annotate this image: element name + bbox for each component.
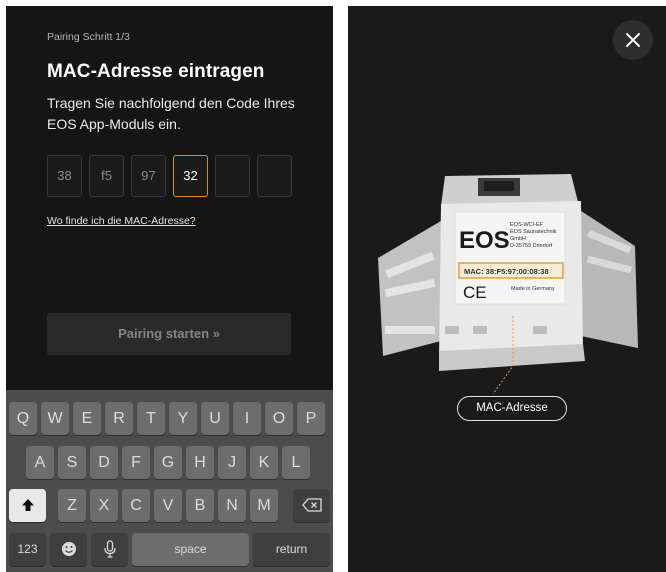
key-m[interactable]: M — [250, 489, 278, 522]
key-q[interactable]: Q — [9, 402, 37, 435]
close-icon — [626, 33, 640, 47]
shift-key[interactable] — [9, 489, 46, 522]
key-x[interactable]: X — [90, 489, 118, 522]
mac-help-link[interactable]: Wo finde ich die MAC-Adresse? — [47, 215, 196, 227]
key-c[interactable]: C — [122, 489, 150, 522]
mac-help-screen: EOS EOS-WCI-EF EOS Saunatechnik GmbH D-3… — [348, 6, 666, 572]
microphone-key[interactable] — [91, 533, 128, 566]
mac-field-4[interactable]: 32 — [173, 155, 208, 197]
device-maker-line-1: EOS Saunatechnik — [510, 229, 557, 235]
key-j[interactable]: J — [218, 446, 246, 479]
key-i[interactable]: I — [233, 402, 261, 435]
on-screen-keyboard: Q W E R T Y U I O P A S D F G H J K L Z … — [6, 390, 333, 572]
key-h[interactable]: H — [186, 446, 214, 479]
mac-field-1[interactable]: 38 — [47, 155, 82, 197]
key-t[interactable]: T — [137, 402, 165, 435]
ce-mark: CE — [463, 283, 487, 302]
mac-field-6[interactable] — [257, 155, 292, 197]
key-r[interactable]: R — [105, 402, 133, 435]
return-key[interactable]: return — [253, 533, 330, 566]
key-f[interactable]: F — [122, 446, 150, 479]
device-photo: EOS EOS-WCI-EF EOS Saunatechnik GmbH D-3… — [378, 174, 638, 395]
key-a[interactable]: A — [26, 446, 54, 479]
key-v[interactable]: V — [154, 489, 182, 522]
microphone-icon — [103, 540, 116, 558]
key-g[interactable]: G — [154, 446, 182, 479]
device-brand-text: EOS — [459, 227, 510, 254]
start-pairing-button[interactable]: Pairing starten » — [47, 313, 291, 355]
key-e[interactable]: E — [73, 402, 101, 435]
mac-field-3[interactable]: 97 — [131, 155, 166, 197]
page-title: MAC-Adresse eintragen — [47, 61, 265, 82]
page-description: Tragen Sie nachfolgend den Code Ihres EO… — [47, 95, 295, 132]
key-y[interactable]: Y — [169, 402, 197, 435]
device-maker-line-2: GmbH — [510, 236, 526, 242]
emoji-key[interactable] — [50, 533, 87, 566]
backspace-key[interactable] — [293, 489, 330, 522]
key-w[interactable]: W — [41, 402, 69, 435]
pairing-screen: Pairing Schritt 1/3 MAC-Adresse eintrage… — [6, 6, 333, 572]
key-u[interactable]: U — [201, 402, 229, 435]
device-mac-label: MAC: 38:F5:97:00:08:38 — [464, 267, 549, 276]
numbers-key[interactable]: 123 — [9, 533, 46, 566]
key-b[interactable]: B — [186, 489, 214, 522]
mac-field-5[interactable] — [215, 155, 250, 197]
space-key[interactable]: space — [132, 533, 249, 566]
key-l[interactable]: L — [282, 446, 310, 479]
key-d[interactable]: D — [90, 446, 118, 479]
shift-icon — [21, 499, 34, 511]
device-made-in: Made in Germany — [511, 286, 555, 292]
key-s[interactable]: S — [58, 446, 86, 479]
close-button[interactable] — [613, 20, 653, 60]
key-n[interactable]: N — [218, 489, 246, 522]
key-p[interactable]: P — [297, 402, 325, 435]
backspace-icon — [301, 498, 322, 512]
key-z[interactable]: Z — [58, 489, 86, 522]
key-k[interactable]: K — [250, 446, 278, 479]
device-model-text: EOS-WCI-EF — [510, 222, 544, 228]
mac-address-callout: MAC-Adresse — [457, 396, 567, 421]
mac-field-2[interactable]: f5 — [89, 155, 124, 197]
emoji-icon — [61, 542, 76, 556]
step-indicator: Pairing Schritt 1/3 — [47, 31, 130, 43]
key-o[interactable]: O — [265, 402, 293, 435]
device-maker-line-3: D-35759 Driedorf — [510, 243, 553, 249]
